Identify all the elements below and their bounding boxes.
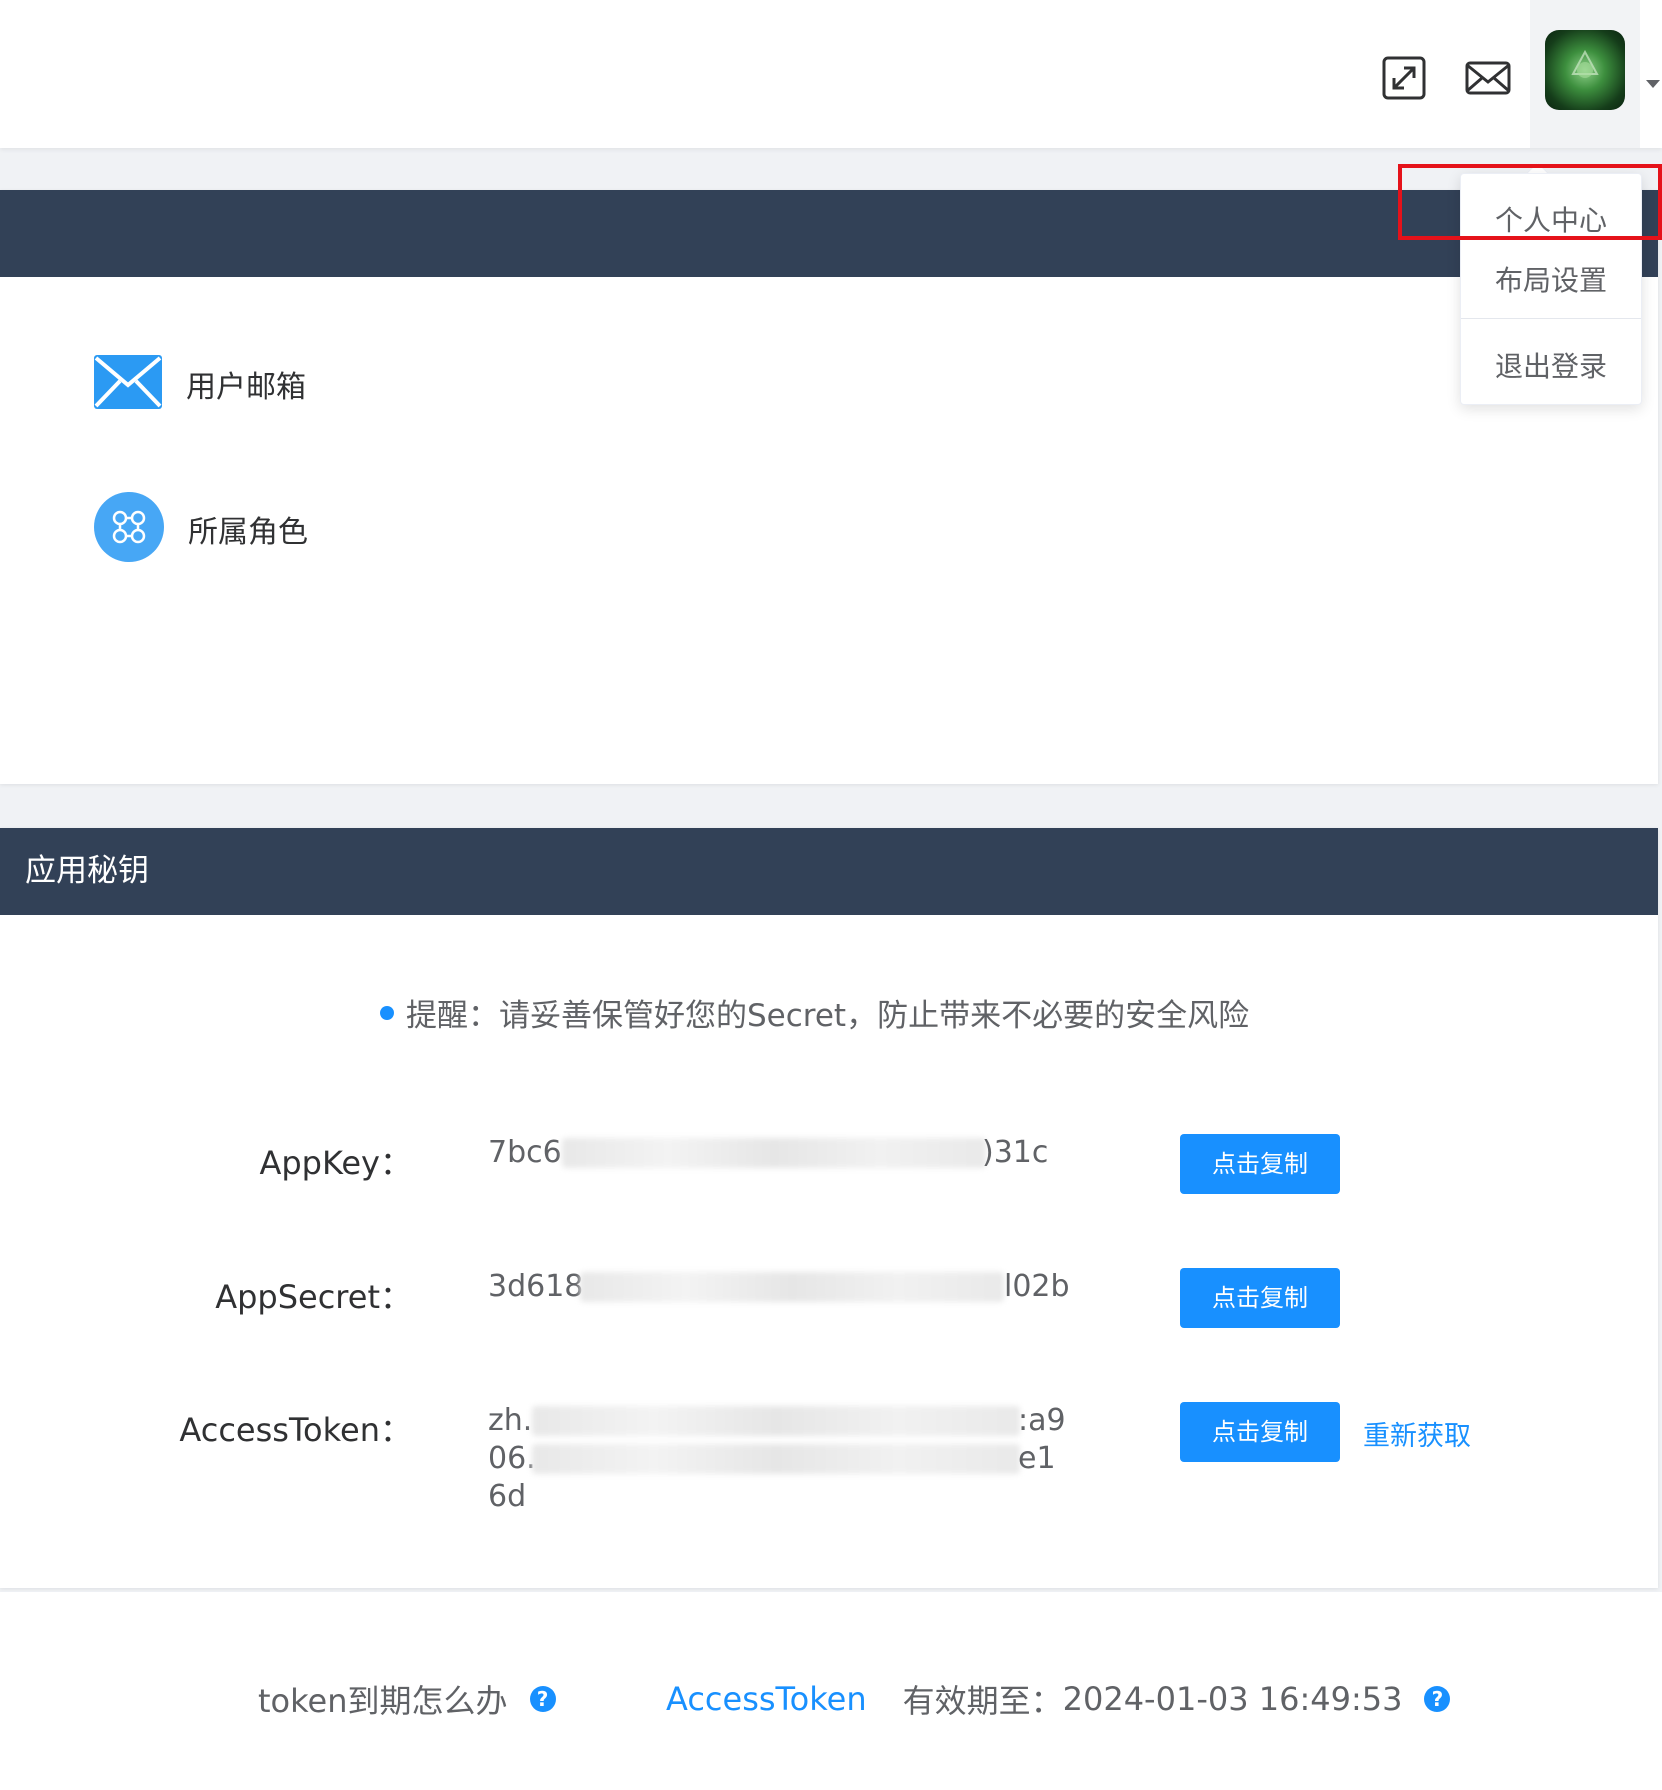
user-role-label: 所属角色 — [188, 515, 308, 550]
chevron-down-icon[interactable] — [1646, 80, 1660, 88]
appkey-value-end-wrap: )31c — [982, 1134, 1048, 1172]
menu-item-layout-settings[interactable]: 布局设置 — [1461, 259, 1641, 299]
user-email-row: 用户邮箱 — [94, 355, 306, 413]
envelope-icon — [94, 355, 162, 413]
accesstoken-label: AccessToken： — [179, 1411, 412, 1449]
accesstoken-line-1: zh. — [488, 1403, 533, 1438]
role-icon — [94, 492, 164, 566]
user-email-label: 用户邮箱 — [186, 370, 306, 405]
token-validity: AccessToken 有效期至： 2024-01-03 16:49:53 ? — [666, 1676, 1451, 1722]
accesstoken-line-2-end: e1 — [1018, 1441, 1056, 1476]
menu-item-logout[interactable]: 退出登录 — [1461, 345, 1641, 385]
accesstoken-value: zh. 06. 6d — [488, 1402, 536, 1516]
appsecret-value-end: l02b — [1004, 1269, 1070, 1304]
accesstoken-line-2: 06. — [488, 1441, 536, 1476]
valid-until-value: 2024-01-03 16:49:53 — [1062, 1680, 1403, 1718]
appkey-value-end: )31c — [982, 1135, 1049, 1170]
appsecret-redacted — [580, 1272, 1004, 1302]
accesstoken-redacted-1 — [532, 1406, 1020, 1436]
valid-until-label: 有效期至： — [902, 1682, 1063, 1720]
app-secret-title: 应用秘钥 — [0, 828, 1658, 915]
access-token-link[interactable]: AccessToken — [666, 1680, 867, 1718]
copy-appkey-button[interactable]: 点击复制 — [1180, 1134, 1340, 1194]
user-role-row: 所属角色 — [94, 492, 308, 566]
menu-divider — [1461, 318, 1641, 319]
highlight-box — [1398, 164, 1662, 240]
appkey-value-start: 7bc6 — [488, 1135, 562, 1170]
appsecret-label: AppSecret： — [215, 1278, 412, 1316]
token-expire-question: token到期怎么办 — [258, 1682, 508, 1720]
accesstoken-line-3: 6d — [488, 1479, 527, 1514]
profile-card — [0, 190, 1658, 784]
appkey-redacted — [562, 1138, 986, 1168]
refresh-token-link[interactable]: 重新获取 — [1363, 1414, 1471, 1453]
avatar-image[interactable] — [1545, 30, 1625, 110]
fullscreen-icon[interactable] — [1380, 54, 1428, 102]
accesstoken-redacted-2 — [532, 1444, 1020, 1474]
appsecret-value-end-wrap: l02b — [1004, 1268, 1070, 1306]
reminder-text: 提醒：请妥善保管好您的Secret，防止带来不必要的安全风险 — [406, 998, 1250, 1034]
appsecret-value-start: 3d618 — [488, 1269, 584, 1304]
app-secret-card: 应用秘钥 — [0, 828, 1658, 1588]
appsecret-value: 3d618 — [488, 1268, 583, 1306]
security-reminder: 提醒：请妥善保管好您的Secret，防止带来不必要的安全风险 — [380, 990, 1249, 1035]
question-circle-icon[interactable]: ? — [529, 1686, 556, 1712]
token-expire-help: token到期怎么办 ? — [258, 1676, 556, 1722]
accesstoken-value-ends: :a9 e1 — [1018, 1402, 1066, 1478]
user-menu-trigger[interactable] — [1530, 0, 1640, 148]
appkey-value: 7bc6 — [488, 1134, 562, 1172]
question-circle-icon[interactable]: ? — [1424, 1686, 1451, 1712]
accesstoken-line-1-end: :a9 — [1018, 1403, 1066, 1438]
top-navbar — [0, 0, 1662, 148]
appkey-label: AppKey： — [259, 1144, 412, 1182]
mail-icon[interactable] — [1464, 54, 1512, 102]
copy-accesstoken-button[interactable]: 点击复制 — [1180, 1402, 1340, 1462]
bullet-dot-icon — [380, 1005, 394, 1020]
copy-appsecret-button[interactable]: 点击复制 — [1180, 1268, 1340, 1328]
